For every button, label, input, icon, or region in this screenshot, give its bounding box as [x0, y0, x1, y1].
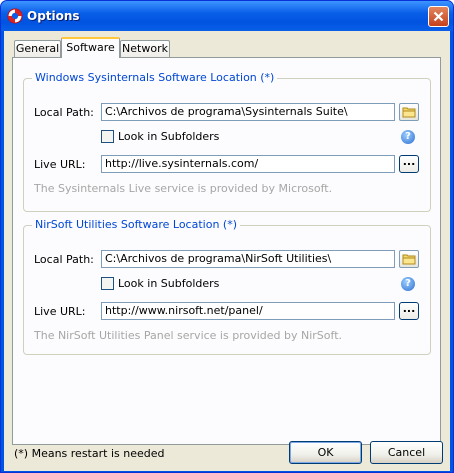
restart-note: (*) Means restart is needed — [14, 447, 165, 460]
ok-button[interactable]: OK — [289, 441, 362, 464]
tab-software[interactable]: Software — [61, 37, 120, 58]
nirsoft-live-url-input[interactable]: http://www.nirsoft.net/panel/ — [101, 302, 395, 320]
help-icon[interactable]: ? — [401, 277, 415, 291]
sysinternals-local-path-input[interactable]: C:\Archivos de programa\Sysinternals Sui… — [101, 103, 395, 121]
nirsoft-local-path-label: Local Path: — [34, 253, 94, 266]
tab-network[interactable]: Network — [120, 40, 170, 58]
sysinternals-folder-button[interactable] — [399, 103, 419, 121]
sysinternals-note: The Sysinternals Live service is provide… — [34, 182, 333, 195]
nirsoft-local-path-input[interactable]: C:\Archivos de programa\NirSoft Utilitie… — [101, 250, 395, 268]
sysinternals-group: Windows Sysinternals Software Location (… — [23, 71, 431, 212]
sysinternals-subfolders-label[interactable]: Look in Subfolders — [118, 130, 219, 143]
help-icon[interactable]: ? — [401, 130, 415, 144]
close-button[interactable] — [428, 6, 449, 27]
nirsoft-group: NirSoft Utilities Software Location (*) … — [23, 218, 431, 355]
tab-general-label: General — [15, 42, 60, 55]
sysinternals-live-url-input[interactable]: http://live.sysinternals.com/ — [101, 155, 395, 173]
sysinternals-local-path-label: Local Path: — [34, 106, 94, 119]
folder-icon — [402, 254, 416, 265]
nirsoft-live-url-label: Live URL: — [34, 305, 86, 318]
tab-general[interactable]: General — [14, 40, 61, 58]
nirsoft-group-title: NirSoft Utilities Software Location (*) — [32, 218, 240, 231]
nirsoft-folder-button[interactable] — [399, 250, 419, 268]
cancel-button[interactable]: Cancel — [370, 441, 443, 464]
nirsoft-browse-button[interactable]: ... — [399, 302, 419, 320]
nirsoft-subfolders-label[interactable]: Look in Subfolders — [118, 277, 219, 290]
close-icon — [433, 11, 444, 22]
sysinternals-group-title: Windows Sysinternals Software Location (… — [32, 71, 278, 84]
sysinternals-subfolders-checkbox[interactable] — [101, 130, 114, 143]
lifebuoy-icon — [7, 8, 23, 24]
window-title: Options — [27, 9, 80, 23]
sysinternals-live-url-label: Live URL: — [34, 158, 86, 171]
title-bar[interactable]: Options — [1, 1, 453, 31]
tab-software-label: Software — [66, 41, 115, 54]
folder-icon — [402, 107, 416, 118]
options-window: Options General Software Network Windows… — [0, 0, 454, 473]
software-tab-panel: Windows Sysinternals Software Location (… — [12, 57, 441, 445]
nirsoft-note: The NirSoft Utilities Panel service is p… — [34, 329, 342, 342]
sysinternals-browse-button[interactable]: ... — [399, 155, 419, 173]
tab-network-label: Network — [122, 42, 168, 55]
nirsoft-subfolders-checkbox[interactable] — [101, 277, 114, 290]
dialog-client: General Software Network Windows Sysinte… — [4, 31, 450, 471]
